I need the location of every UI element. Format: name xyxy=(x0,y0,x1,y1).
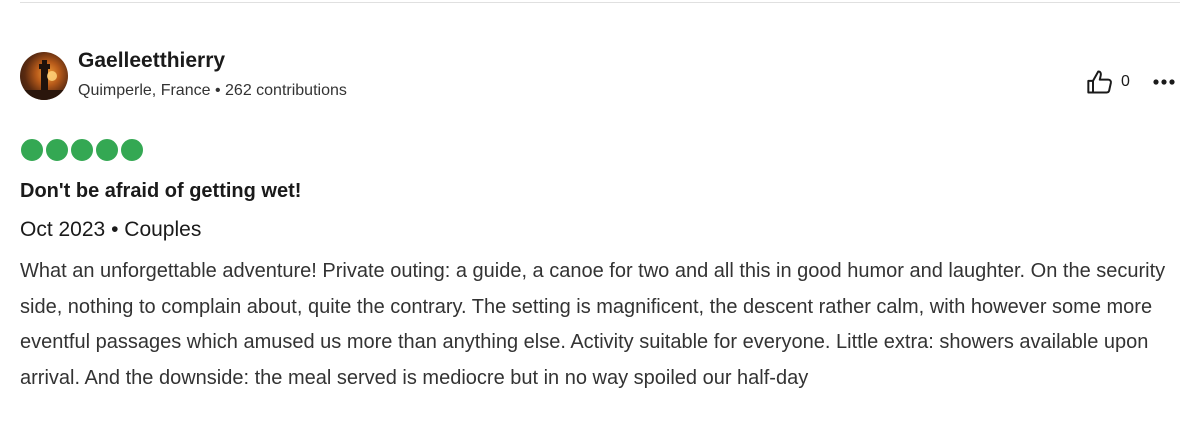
avatar[interactable] xyxy=(20,52,68,100)
reviewer-location: Quimperle, France xyxy=(78,82,211,99)
review-text: What an unforgettable adventure! Private… xyxy=(20,260,1166,389)
rating-bubble xyxy=(46,139,68,161)
trip-type: Couples xyxy=(124,218,202,241)
reviewer-meta: Quimperle, France • 262 contributions xyxy=(78,82,347,100)
lighthouse-icon xyxy=(20,60,68,100)
reviewer-name[interactable]: Gaelleetthierry xyxy=(78,49,225,73)
rating-bubble xyxy=(21,139,43,161)
helpful-count: 0 xyxy=(1121,73,1130,90)
rating-bubbles xyxy=(21,139,146,161)
top-divider xyxy=(20,2,1180,3)
reviewer-contributions: 262 contributions xyxy=(225,82,347,99)
rating-bubble xyxy=(71,139,93,161)
helpful-button[interactable]: 0 xyxy=(1086,68,1130,96)
more-options-button[interactable] xyxy=(1149,70,1179,94)
trip-separator: • xyxy=(111,218,119,241)
more-options-icon xyxy=(1153,79,1175,85)
rating-bubble xyxy=(96,139,118,161)
rating-bubble xyxy=(121,139,143,161)
thumbs-up-icon xyxy=(1087,70,1112,94)
review-title: Don't be afraid of getting wet! xyxy=(20,180,302,202)
meta-separator: • xyxy=(214,82,221,99)
review-date: Oct 2023 xyxy=(20,218,106,241)
trip-info: Oct 2023 • Couples xyxy=(20,218,201,242)
